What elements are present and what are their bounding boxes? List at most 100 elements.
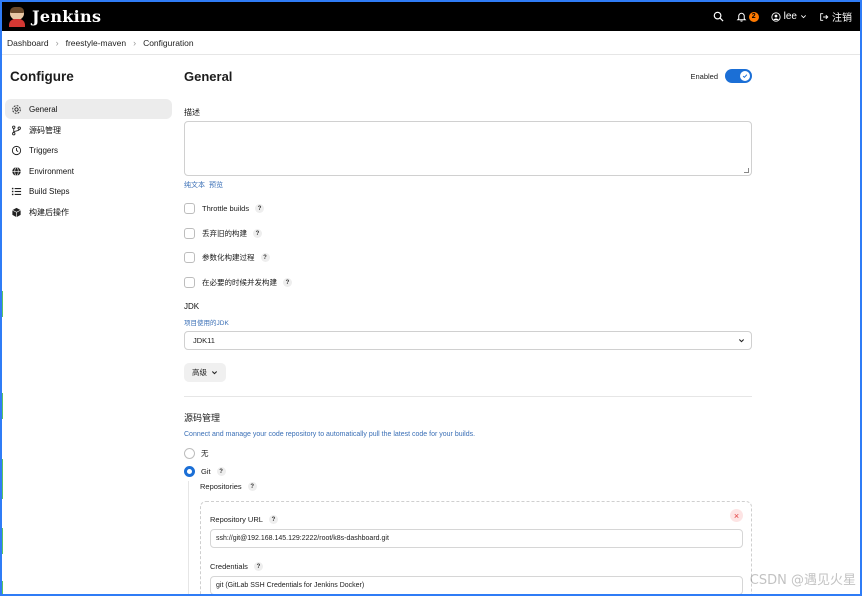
repositories-text: Repositories (200, 482, 242, 491)
checkbox[interactable] (184, 277, 195, 288)
credentials-text: Credentials (210, 562, 248, 571)
help-icon[interactable]: ? (255, 204, 265, 213)
sidebar-title: Configure (10, 69, 74, 84)
repo-url-label: Repository URL ? (210, 515, 278, 524)
repo-url-input[interactable]: ssh://git@192.168.145.129:2222/root/k8s-… (210, 529, 743, 548)
checkbox-label: 丢弃旧的构建 (202, 229, 247, 238)
user-name: lee (783, 11, 797, 22)
radio-label: Git (201, 467, 211, 476)
radio-label: 无 (201, 449, 209, 458)
help-icon[interactable]: ? (260, 253, 270, 262)
help-icon[interactable]: ? (253, 229, 262, 238)
enabled-toggle-group: Enabled (690, 69, 752, 83)
enabled-label: Enabled (690, 71, 718, 81)
brand-title: Jenkins (32, 7, 102, 26)
breadcrumb-configuration[interactable]: Configuration (143, 38, 194, 48)
help-icon[interactable]: ? (247, 482, 257, 491)
chevron-down-icon (738, 339, 745, 343)
notifications-button[interactable]: 2 (736, 11, 759, 22)
chevron-down-icon (801, 15, 806, 19)
resize-handle-icon[interactable] (744, 168, 749, 173)
jenkins-home-link[interactable]: Jenkins (8, 6, 102, 27)
help-icon[interactable]: ? (216, 467, 226, 476)
plain-text-label: 纯文本 (184, 182, 205, 189)
description-label: 描述 (184, 108, 200, 117)
user-menu[interactable]: lee (771, 11, 807, 22)
section-divider (184, 396, 752, 397)
sidebar-item-triggers[interactable]: Triggers (5, 140, 172, 160)
checkbox[interactable] (184, 228, 195, 239)
credentials-label: Credentials ? (210, 562, 263, 571)
sidebar-item-label: Environment (29, 166, 74, 176)
sidebar-item-build-steps[interactable]: Build Steps (5, 181, 172, 201)
sidebar-item-label: 构建后操作 (29, 207, 69, 217)
close-icon[interactable]: × (730, 509, 743, 522)
breadcrumb: Dashboard › freestyle-maven › Configurat… (2, 31, 860, 55)
check-icon (740, 71, 750, 81)
change-marker (2, 528, 5, 554)
breadcrumb-job[interactable]: freestyle-maven (66, 38, 126, 48)
help-icon[interactable]: ? (253, 562, 263, 571)
breadcrumb-separator-icon: › (55, 37, 59, 48)
breadcrumb-dashboard[interactable]: Dashboard (7, 38, 49, 48)
sidebar-item-general[interactable]: General (5, 99, 172, 119)
change-marker (2, 581, 5, 594)
change-marker (2, 459, 5, 499)
enabled-toggle[interactable] (725, 69, 752, 83)
scm-option-none[interactable]: 无 (184, 448, 209, 459)
description-textarea[interactable] (184, 121, 752, 176)
jenkins-logo-icon (8, 6, 26, 27)
window-frame: Jenkins 2 lee 注销 Dashboard › freestyle-m… (0, 0, 862, 596)
gear-icon (12, 104, 21, 114)
checkbox-label: Throttle builds (202, 204, 250, 213)
help-icon[interactable]: ? (283, 278, 292, 287)
sidebar-item-label: General (29, 104, 58, 114)
advanced-label: 高级 (192, 368, 207, 377)
credentials-select[interactable]: git (GitLab SSH Credentials for Jenkins … (210, 576, 743, 594)
section-title-scm: 源码管理 (184, 413, 221, 423)
checkbox-label: 参数化构建过程 (202, 253, 255, 262)
checkbox[interactable] (184, 203, 195, 214)
scm-option-git[interactable]: Git ? (184, 466, 226, 477)
checkbox-label: 在必要的时候并发构建 (202, 278, 277, 287)
radio-button[interactable] (184, 448, 195, 459)
logout-label: 注销 (832, 13, 852, 24)
repository-entry: × Repository URL ? ssh://git@192.168.145… (200, 501, 752, 594)
branch-icon (12, 125, 21, 135)
radio-button-selected[interactable] (184, 466, 195, 477)
advanced-button[interactable]: 高级 (184, 363, 226, 382)
sidebar-item-post-build[interactable]: 构建后操作 (5, 202, 172, 222)
option-parameterized[interactable]: 参数化构建过程 ? (184, 252, 270, 263)
list-icon (11, 187, 22, 195)
option-discard-old-builds[interactable]: 丢弃旧的构建 ? (184, 228, 262, 239)
user-icon (771, 11, 781, 22)
globe-icon (12, 166, 21, 176)
cube-icon (12, 207, 21, 217)
help-icon[interactable]: ? (268, 515, 278, 524)
sidebar: Configure General 源码管理 Triggers Environm… (2, 55, 178, 594)
section-title-general: General (184, 69, 233, 84)
preview-link[interactable]: 预览 (209, 182, 223, 189)
bell-icon (736, 12, 747, 22)
sidebar-item-environment[interactable]: Environment (5, 161, 172, 181)
top-bar: Jenkins 2 lee 注销 (2, 2, 860, 31)
sidebar-item-label: Triggers (29, 145, 59, 155)
option-throttle-builds[interactable]: Throttle builds ? (184, 203, 265, 214)
checkbox[interactable] (184, 252, 195, 263)
breadcrumb-separator-icon: › (133, 37, 137, 48)
change-marker (2, 393, 5, 419)
repo-url-value: ssh://git@192.168.145.129:2222/root/k8s-… (216, 535, 389, 542)
option-concurrent-builds[interactable]: 在必要的时候并发构建 ? (184, 277, 292, 288)
repo-url-text: Repository URL (210, 515, 263, 524)
change-marker (2, 291, 5, 317)
sidebar-item-scm[interactable]: 源码管理 (5, 120, 172, 140)
jdk-hint: 项目使用的JDK (184, 320, 229, 327)
jdk-label: JDK (184, 302, 200, 311)
jdk-select[interactable]: JDK11 (184, 331, 752, 350)
main-content: General Enabled 描述 纯文本 预览 Throttle builds… (184, 55, 754, 594)
sidebar-item-label: Build Steps (29, 186, 70, 196)
clock-icon (11, 145, 22, 155)
notification-badge: 2 (748, 11, 759, 22)
search-icon[interactable] (713, 11, 724, 22)
logout-button[interactable]: 注销 (819, 9, 852, 24)
